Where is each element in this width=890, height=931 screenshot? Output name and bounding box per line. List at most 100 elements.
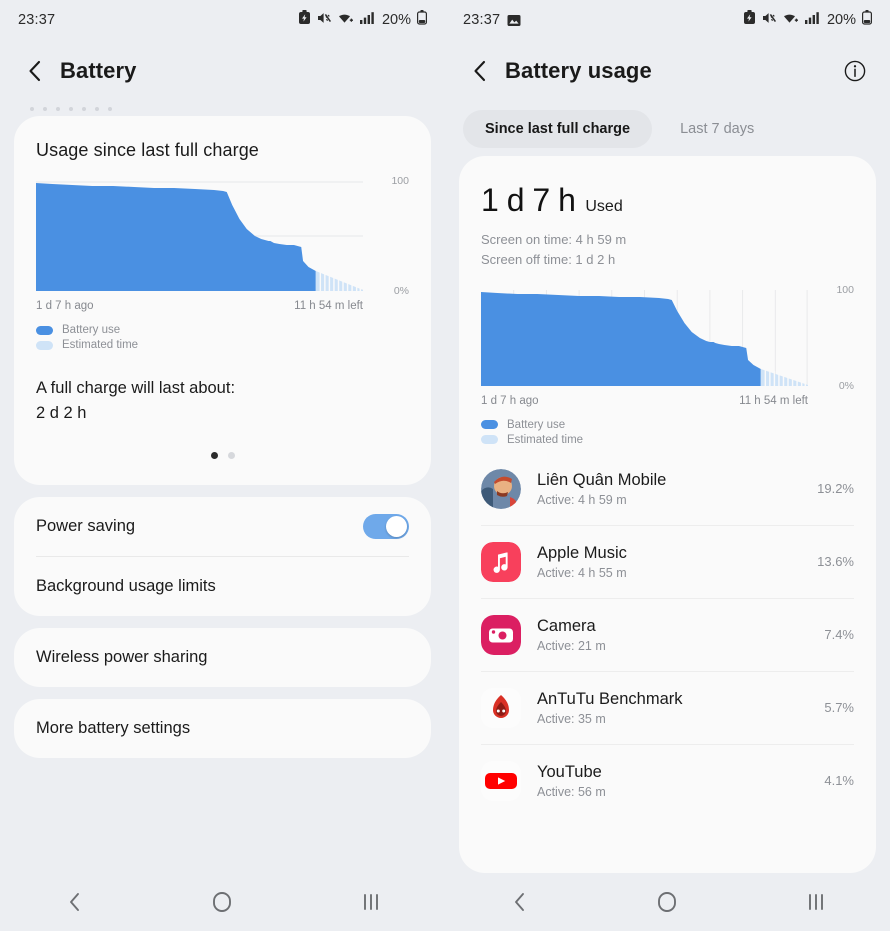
app-percent: 5.7% (824, 700, 854, 715)
page-title: Battery (60, 58, 137, 83)
home-nav-icon[interactable] (194, 881, 250, 923)
settings-group-wireless: Wireless power sharing (14, 627, 431, 687)
app-percent: 4.1% (824, 773, 854, 788)
y-axis-min-label: 0% (838, 379, 854, 392)
status-bar: 23:37 20% (445, 0, 890, 40)
legend-swatch-battery-use (481, 420, 498, 429)
usage-card-title: Usage since last full charge (36, 140, 259, 160)
app-active-time: Active: 35 m (537, 711, 606, 726)
setting-row-more-battery-settings[interactable]: More battery settings (14, 699, 431, 758)
home-nav-icon[interactable] (639, 881, 695, 923)
battery-chart-plot (36, 181, 363, 291)
chart-x-start-label: 1 d 7 h ago (481, 394, 539, 407)
recents-nav-icon[interactable] (788, 881, 844, 923)
app-active-time: Active: 21 m (537, 638, 606, 653)
left-screen: 23:37 20% Battery Usage since last full … (0, 0, 445, 931)
legend-swatch-estimated-time (36, 340, 53, 350)
back-chevron-icon[interactable] (18, 54, 52, 88)
status-bar-battery-percent: 20% (826, 12, 856, 28)
usage-summary: 1 d 7 h Used Screen on time: 4 h 59 m Scr… (459, 156, 876, 270)
legend-label: Battery use (507, 418, 566, 431)
app-active-time: Active: 56 m (537, 784, 606, 799)
legend-label: Estimated time (62, 339, 139, 351)
lien-quan-mobile-icon (481, 468, 521, 509)
status-bar-time: 23:37 (18, 12, 56, 28)
total-used-value: 1 d 7 h Used (481, 182, 854, 219)
wifi-icon (783, 11, 799, 30)
settings-group-power: Power saving Background usage limits (14, 496, 431, 616)
back-chevron-icon[interactable] (463, 54, 497, 88)
screenshot-icon (507, 14, 521, 27)
tab-last-7-days[interactable]: Last 7 days (658, 110, 776, 148)
back-nav-icon[interactable] (46, 881, 102, 923)
setting-row-background-usage-limits[interactable]: Background usage limits (14, 557, 431, 616)
y-axis-min-label: 0% (393, 285, 409, 297)
signal-bars-icon (359, 11, 375, 30)
peek-dots (0, 102, 445, 116)
power-saving-toggle[interactable] (363, 513, 409, 539)
battery-saver-icon (743, 10, 756, 30)
chart-legend: Battery use Estimated time (459, 407, 876, 446)
legend-swatch-battery-use (36, 325, 53, 335)
camera-icon (481, 614, 521, 655)
screen-on-time: Screen on time: 4 h 59 m (481, 232, 627, 247)
volume-mute-icon (317, 11, 332, 30)
usage-period-tabs: Since last full charge Last 7 days (445, 102, 890, 156)
legend-item: Estimated time (481, 434, 854, 446)
full-charge-estimate: A full charge will last about: 2 d 2 h (14, 354, 431, 426)
legend-label: Estimated time (507, 433, 584, 446)
recents-nav-icon[interactable] (343, 881, 399, 923)
signal-bars-icon (804, 11, 820, 30)
list-item[interactable]: AnTuTu Benchmark Active: 35 m 5.7% (481, 672, 854, 744)
total-used-suffix: Used (585, 198, 623, 215)
setting-row-power-saving[interactable]: Power saving (14, 497, 431, 556)
app-name: YouTube (537, 762, 602, 781)
usage-card: Usage since last full charge 100 0% 1 d … (14, 116, 431, 485)
app-percent: 7.4% (824, 627, 854, 642)
y-axis-max-label: 100 (836, 283, 854, 296)
app-usage-list: Liên Quân Mobile Active: 4 h 59 m 19.2% … (459, 449, 876, 817)
setting-label: Power saving (36, 516, 136, 535)
page-dot-active[interactable] (210, 451, 218, 459)
settings-group-more: More battery settings (14, 698, 431, 758)
info-icon[interactable] (838, 54, 872, 88)
battery-saver-icon (298, 10, 311, 30)
battery-chart-left: 100 0% (14, 161, 431, 297)
status-bar-time: 23:37 (463, 12, 501, 28)
setting-label: More battery settings (36, 718, 191, 737)
list-item[interactable]: YouTube Active: 56 m 4.1% (481, 745, 854, 817)
screen-time-details: Screen on time: 4 h 59 m Screen off time… (481, 230, 854, 270)
battery-icon (862, 10, 873, 30)
status-bar-battery-percent: 20% (381, 12, 411, 28)
app-bar: Battery usage (445, 40, 890, 102)
app-name: AnTuTu Benchmark (537, 689, 683, 708)
setting-row-wireless-power-sharing[interactable]: Wireless power sharing (14, 628, 431, 687)
chart-x-end-label: 11 h 54 m left (739, 394, 808, 407)
wifi-icon (338, 11, 354, 30)
apple-music-icon (481, 541, 521, 582)
page-title: Battery usage (505, 58, 652, 83)
app-bar: Battery (0, 40, 445, 102)
screen-off-time: Screen off time: 1 d 2 h (481, 251, 616, 267)
system-navigation-bar (445, 873, 890, 931)
chart-legend: Battery use Estimated time (14, 312, 431, 351)
battery-usage-card: 1 d 7 h Used Screen on time: 4 h 59 m Scr… (459, 156, 876, 873)
page-dot-inactive[interactable] (227, 451, 235, 459)
list-item[interactable]: Camera Active: 21 m 7.4% (481, 599, 854, 671)
right-screen: 23:37 20% Battery usage Since last full … (445, 0, 890, 931)
list-item[interactable]: Apple Music Active: 4 h 55 m 13.6% (481, 526, 854, 598)
chart-x-labels: 1 d 7 h ago 11 h 54 m left (14, 291, 431, 312)
left-content: Usage since last full charge 100 0% 1 d … (0, 116, 445, 873)
app-active-time: Active: 4 h 59 m (537, 492, 627, 507)
list-item[interactable]: Liên Quân Mobile Active: 4 h 59 m 19.2% (481, 453, 854, 525)
carousel-page-dots[interactable] (14, 426, 431, 485)
chart-x-labels: 1 d 7 h ago 11 h 54 m left (459, 386, 876, 407)
battery-icon (417, 10, 428, 30)
tab-since-last-full-charge[interactable]: Since last full charge (463, 110, 653, 148)
status-bar: 23:37 20% (0, 0, 445, 40)
chart-x-start-label: 1 d 7 h ago (36, 300, 94, 312)
legend-item: Battery use (36, 324, 409, 336)
back-nav-icon[interactable] (491, 881, 547, 923)
legend-item: Battery use (481, 419, 854, 431)
setting-label: Background usage limits (36, 576, 216, 595)
